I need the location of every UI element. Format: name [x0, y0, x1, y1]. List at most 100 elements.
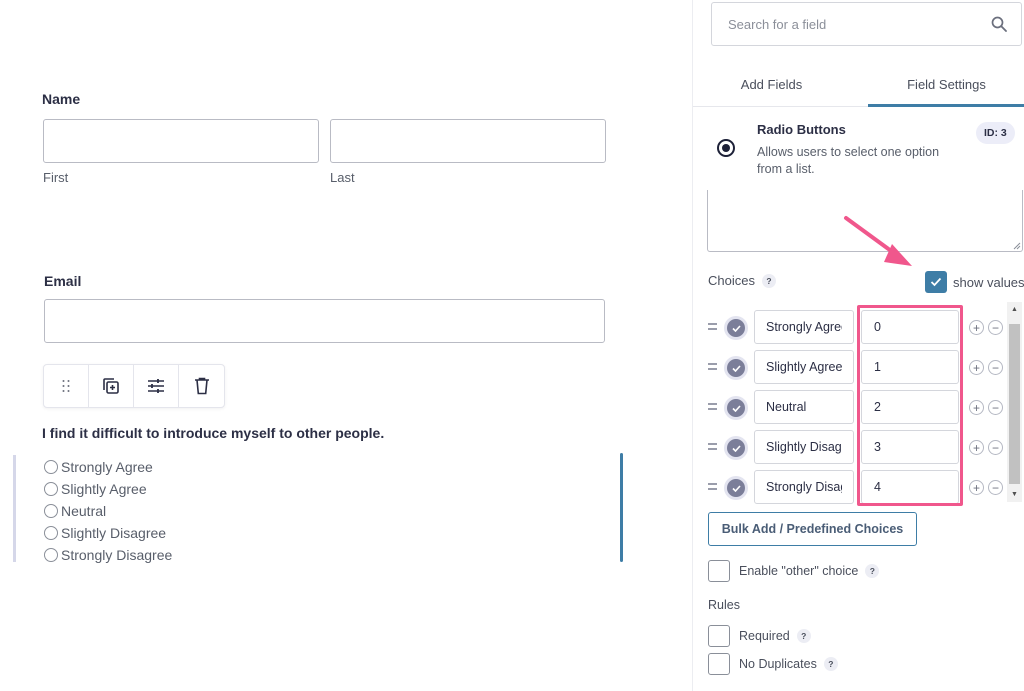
- enable-other-checkbox[interactable]: [708, 560, 730, 582]
- selected-field-left-indicator: [13, 455, 16, 562]
- remove-choice-button[interactable]: −: [988, 480, 1003, 495]
- radio-option-label: Strongly Agree: [61, 459, 153, 475]
- last-name-sublabel: Last: [330, 170, 355, 185]
- radio-option[interactable]: Strongly Disagree: [44, 544, 172, 566]
- trash-icon: [194, 377, 209, 395]
- help-icon[interactable]: ?: [865, 564, 880, 578]
- choices-section-label: Choices ?: [708, 273, 776, 288]
- add-choice-button[interactable]: +: [969, 480, 984, 495]
- field-toolbar: [43, 364, 225, 408]
- choice-value-input[interactable]: [861, 470, 959, 504]
- add-choice-button[interactable]: +: [969, 320, 984, 335]
- drag-handle-icon[interactable]: [708, 323, 717, 332]
- drag-handle-icon: [62, 380, 70, 392]
- choice-row: + −: [693, 390, 1013, 430]
- choice-default-toggle[interactable]: [727, 399, 745, 417]
- choice-value-input[interactable]: [861, 310, 959, 344]
- search-icon[interactable]: [991, 16, 1007, 32]
- field-type-description: Allows users to select one option from a…: [757, 145, 940, 176]
- resize-grip-icon[interactable]: [1011, 240, 1021, 250]
- checkmark-icon: [731, 364, 741, 372]
- add-choice-button[interactable]: +: [969, 400, 984, 415]
- remove-choice-button[interactable]: −: [988, 320, 1003, 335]
- remove-choice-button[interactable]: −: [988, 400, 1003, 415]
- help-icon[interactable]: ?: [796, 629, 811, 643]
- remove-choice-button[interactable]: −: [988, 440, 1003, 455]
- tab-add-fields[interactable]: Add Fields: [693, 62, 868, 106]
- field-settings-button[interactable]: [134, 365, 179, 407]
- duplicate-field-button[interactable]: [89, 365, 134, 407]
- radio-option[interactable]: Strongly Agree: [44, 456, 172, 478]
- no-duplicates-checkbox[interactable]: [708, 653, 730, 675]
- email-input[interactable]: [44, 299, 605, 343]
- choice-value-input[interactable]: [861, 430, 959, 464]
- field-description-textarea[interactable]: [707, 190, 1023, 252]
- choice-label-input[interactable]: [754, 430, 854, 464]
- drag-handle-icon[interactable]: [708, 443, 717, 452]
- drag-handle-icon[interactable]: [708, 483, 717, 492]
- last-name-input[interactable]: [330, 119, 606, 163]
- no-duplicates-label: No Duplicates: [739, 657, 817, 671]
- show-values-toggle[interactable]: show values: [925, 271, 1024, 293]
- selected-field-right-indicator: [620, 453, 623, 562]
- radio-option[interactable]: Slightly Disagree: [44, 522, 172, 544]
- field-id-badge: ID: 3: [976, 122, 1015, 144]
- choice-row: + −: [693, 310, 1013, 350]
- radio-option-label: Strongly Disagree: [61, 547, 173, 563]
- add-choice-button[interactable]: +: [969, 360, 984, 375]
- choice-row: + −: [693, 350, 1013, 390]
- choice-label-input[interactable]: [754, 470, 854, 504]
- required-rule-option[interactable]: Required ?: [708, 625, 811, 647]
- drag-handle-icon[interactable]: [708, 363, 717, 372]
- radio-circle-icon: [44, 526, 58, 540]
- no-duplicates-rule-option[interactable]: No Duplicates ?: [708, 653, 838, 675]
- enable-other-choice-option[interactable]: Enable "other" choice ?: [708, 560, 880, 582]
- remove-choice-button[interactable]: −: [988, 360, 1003, 375]
- choice-label-input[interactable]: [754, 390, 854, 424]
- question-label: I find it difficult to introduce myself …: [42, 425, 385, 441]
- choice-row: + −: [693, 470, 1013, 510]
- choice-default-toggle[interactable]: [727, 439, 745, 457]
- drag-field-button[interactable]: [44, 365, 89, 407]
- bulk-add-button[interactable]: Bulk Add / Predefined Choices: [708, 512, 917, 546]
- choice-default-toggle[interactable]: [727, 319, 745, 337]
- choice-value-input[interactable]: [861, 350, 959, 384]
- tab-field-settings[interactable]: Field Settings: [868, 62, 1024, 107]
- rules-section-label: Rules: [708, 598, 740, 612]
- field-type-title: Radio Buttons: [757, 122, 846, 137]
- delete-field-button[interactable]: [179, 365, 224, 407]
- add-choice-button[interactable]: +: [969, 440, 984, 455]
- radio-options-list: Strongly Agree Slightly Agree Neutral Sl…: [44, 456, 172, 566]
- choice-label-input[interactable]: [754, 350, 854, 384]
- radio-option-label: Neutral: [61, 503, 107, 519]
- help-icon[interactable]: ?: [823, 657, 838, 671]
- checkmark-icon: [731, 324, 741, 332]
- scroll-thumb[interactable]: [1009, 324, 1020, 484]
- scroll-up-icon[interactable]: ▲: [1007, 302, 1022, 317]
- search-input[interactable]: [728, 16, 991, 32]
- scroll-down-icon[interactable]: ▼: [1007, 487, 1022, 502]
- choices-scrollbar[interactable]: ▲ ▼: [1007, 302, 1022, 502]
- required-checkbox[interactable]: [708, 625, 730, 647]
- drag-handle-icon[interactable]: [708, 403, 717, 412]
- required-label: Required: [739, 629, 790, 643]
- radio-circle-icon: [44, 482, 58, 496]
- choice-value-input[interactable]: [861, 390, 959, 424]
- choice-default-toggle[interactable]: [727, 359, 745, 377]
- radio-option[interactable]: Slightly Agree: [44, 478, 172, 500]
- radio-option[interactable]: Neutral: [44, 500, 172, 522]
- choice-label-input[interactable]: [754, 310, 854, 344]
- first-name-input[interactable]: [43, 119, 319, 163]
- duplicate-icon: [103, 378, 119, 394]
- radio-circle-icon: [44, 460, 58, 474]
- show-values-label: show values: [953, 274, 1024, 290]
- choice-default-toggle[interactable]: [727, 479, 745, 497]
- checkmark-icon: [731, 444, 741, 452]
- field-search: [711, 2, 1022, 46]
- radio-button-icon: [717, 139, 735, 157]
- radio-option-label: Slightly Agree: [61, 481, 147, 497]
- help-icon[interactable]: ?: [761, 273, 776, 288]
- show-values-checkbox[interactable]: [925, 271, 947, 293]
- radio-circle-icon: [44, 548, 58, 562]
- checkmark-icon: [731, 484, 741, 492]
